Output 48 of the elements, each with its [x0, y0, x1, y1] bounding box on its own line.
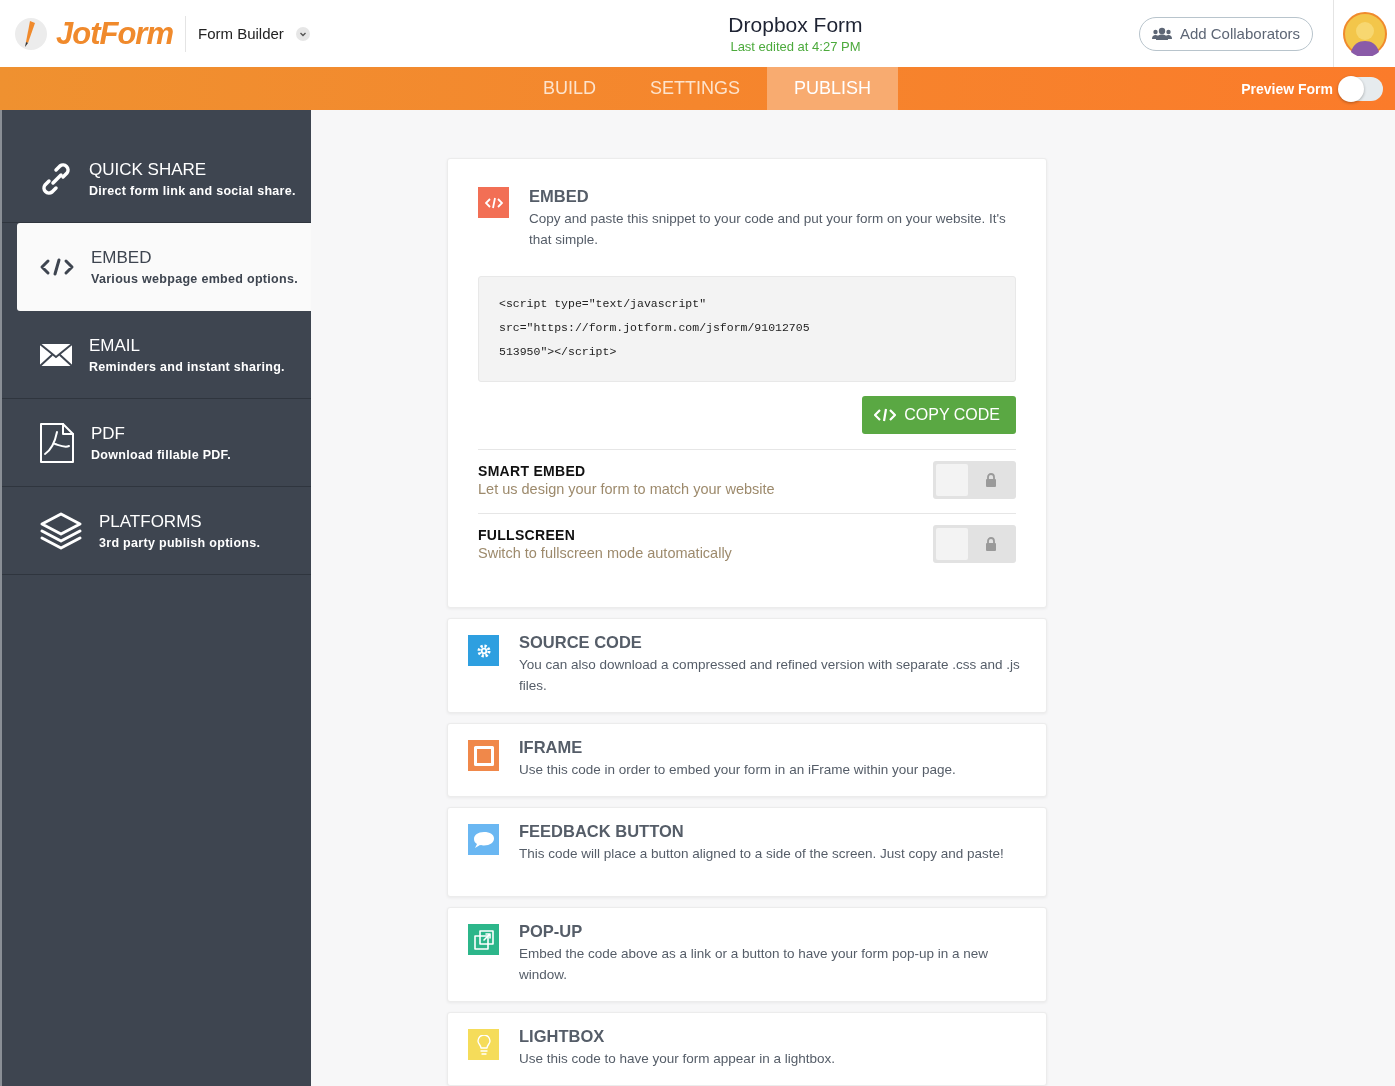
- users-icon: [1151, 26, 1172, 41]
- method-title: POP-UP: [519, 922, 584, 941]
- envelope-icon: [39, 342, 73, 367]
- embed-method-card[interactable]: LIGHTBOX Use this code to have your form appear in a lightbox.: [447, 1012, 1047, 1086]
- embed-description: Copy and paste this snippet to your code and put your form on your website. It's that simple.: [529, 210, 1007, 249]
- option-description: Switch to fullscreen mode automatically: [478, 545, 732, 561]
- method-title: IFRAME: [519, 738, 584, 757]
- method-description: Embed the code above as a link or a button to have your form pop-up in a new window.: [519, 945, 990, 984]
- link-icon: [39, 160, 73, 197]
- embed-method-card[interactable]: SOURCE CODE You can also download a compressed and refined version with separate .css and .js files.: [447, 618, 1047, 713]
- option-description: Let us design your form to match your website: [478, 481, 775, 497]
- sidebar-item[interactable]: EMAIL Reminders and instant sharing.: [2, 311, 311, 399]
- embed-method-card[interactable]: FEEDBACK BUTTON This code will place a button aligned to a side of the screen. Just copy and paste!: [447, 807, 1047, 897]
- locked-toggle[interactable]: [933, 461, 1016, 499]
- embed-method-card[interactable]: POP-UP Embed the code above as a link or a button to have your form pop-up in a new window.: [447, 907, 1047, 1002]
- method-title: SOURCE CODE: [519, 633, 643, 652]
- code-snippet[interactable]: <script type="text/javascript" src="https://form.jotform.com/jsform/91012705 513950"></script>: [478, 276, 1016, 382]
- lightbulb-icon: [476, 1034, 491, 1055]
- method-description: Use this code in order to embed your form in an iFrame within your page.: [519, 761, 956, 779]
- option-title: FULLSCREEN: [478, 527, 577, 543]
- method-title: FEEDBACK BUTTON: [519, 822, 685, 841]
- jotform-logo: JotForm: [56, 15, 186, 52]
- embed-title: EMBED: [529, 187, 590, 206]
- method-description: This code will place a button aligned to a side of the screen. Just copy and paste!: [519, 845, 1004, 863]
- speech-bubble-icon: [472, 830, 495, 849]
- method-description: You can also download a compressed and refined version with separate .css and .js files.: [519, 656, 1021, 695]
- avatar[interactable]: [1342, 11, 1387, 56]
- sidebar-item[interactable]: EMBED Various webpage embed options.: [17, 223, 311, 311]
- form-builder-menu[interactable]: Form Builder: [194, 25, 314, 42]
- sidebar-item[interactable]: PLATFORMS 3rd party publish options.: [2, 487, 311, 575]
- preview-toggle[interactable]: [1339, 76, 1383, 101]
- code-icon: [874, 408, 897, 422]
- gear-icon: [475, 642, 492, 659]
- add-collaborators-button[interactable]: Add Collaborators: [1138, 16, 1313, 51]
- code-icon: [39, 257, 75, 276]
- last-edited-text: Last edited at 4:27 PM: [730, 39, 861, 54]
- layers-icon: [39, 510, 83, 551]
- method-description: Use this code to have your form appear in a lightbox.: [519, 1050, 835, 1068]
- option-title: SMART EMBED: [478, 463, 587, 479]
- method-title: LIGHTBOX: [519, 1027, 606, 1046]
- pdf-file-icon: [39, 421, 75, 464]
- locked-toggle[interactable]: [933, 525, 1016, 563]
- sidebar-item[interactable]: PDF Download fillable PDF.: [2, 399, 311, 487]
- form-title: Dropbox Form: [728, 13, 863, 37]
- preview-form-label: Preview Form: [1241, 80, 1333, 97]
- embed-method-card[interactable]: IFRAME Use this code in order to embed your form in an iFrame within your page.: [447, 723, 1047, 797]
- pencil-logo-icon: [14, 16, 48, 51]
- chevron-down-icon: [295, 26, 310, 41]
